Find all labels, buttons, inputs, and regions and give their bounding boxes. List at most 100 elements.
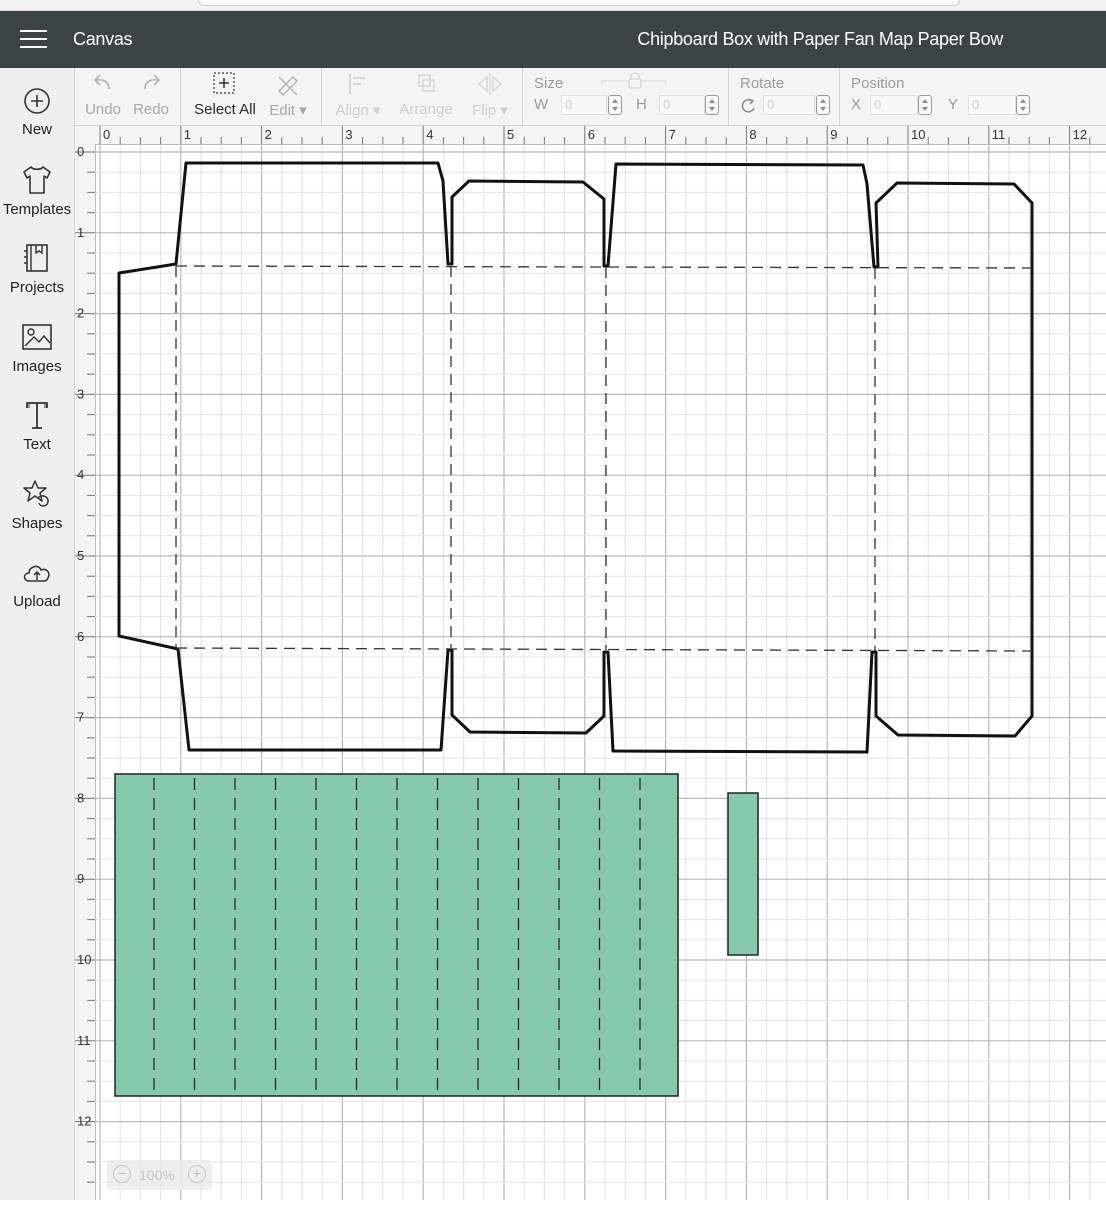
sidebar-item-shapes[interactable]: Shapes xyxy=(0,478,74,548)
ruler-label: 3 xyxy=(77,386,84,401)
width-label: W xyxy=(534,96,549,113)
top-bar: Canvas Chipboard Box with Paper Fan Map … xyxy=(0,11,1106,68)
sidebar-item-label: New xyxy=(21,121,52,138)
flip-dropdown[interactable]: Flip ▾ xyxy=(467,68,513,119)
sidebar-item-label: Text xyxy=(23,436,51,453)
edit-label: Edit ▾ xyxy=(269,102,307,119)
ruler-label: 7 xyxy=(77,710,84,725)
left-sidebar: New Templates Projects Images Text Shape… xyxy=(0,68,75,1200)
ruler-label: 0 xyxy=(77,144,84,159)
sidebar-item-label: Images xyxy=(12,358,62,375)
sidebar-item-text[interactable]: Text xyxy=(0,399,74,469)
ruler-label: 8 xyxy=(749,127,756,142)
flip-icon xyxy=(477,73,503,95)
sidebar-item-upload[interactable]: Upload xyxy=(0,558,74,628)
ruler-label: 9 xyxy=(830,127,837,142)
toolbar-divider xyxy=(728,68,729,125)
ruler-label: 2 xyxy=(265,127,272,142)
sidebar-item-projects[interactable]: Projects xyxy=(0,242,74,312)
shirt-icon xyxy=(23,166,51,194)
canvas-artwork xyxy=(114,161,1034,1097)
arrange-icon xyxy=(418,74,435,92)
width-stepper[interactable] xyxy=(608,95,622,115)
image-icon xyxy=(22,324,52,350)
box-score-lines xyxy=(175,265,1033,652)
ruler-label: 4 xyxy=(426,127,433,142)
height-stepper[interactable] xyxy=(705,95,719,115)
flip-label: Flip ▾ xyxy=(472,102,508,119)
lock-icon[interactable] xyxy=(600,71,670,91)
vertical-ruler-ticks: 0123456789101112 xyxy=(75,144,95,1203)
align-label: Align ▾ xyxy=(335,102,381,119)
select-all-button[interactable]: Select All xyxy=(187,68,263,118)
size-label: Size xyxy=(534,75,564,92)
rotate-icon xyxy=(741,98,755,113)
ruler-label: 2 xyxy=(77,306,84,321)
plus-circle-icon xyxy=(24,88,50,114)
ruler-label: 11 xyxy=(992,127,1006,142)
toolbar-divider xyxy=(321,68,322,125)
zoom-level: 100% xyxy=(139,1167,175,1183)
book-icon xyxy=(24,244,48,272)
ruler-label: 0 xyxy=(103,127,110,142)
ruler-label: 12 xyxy=(77,1114,91,1129)
sidebar-item-label: Projects xyxy=(9,279,65,296)
redo-button[interactable]: Redo xyxy=(131,68,171,118)
ruler-label: 9 xyxy=(77,871,84,886)
align-icon xyxy=(349,74,365,94)
sidebar-item-label: Upload xyxy=(13,593,61,610)
vertical-ruler: 0 1 2 3 4 5 6 7 8 9 10 11 12 xyxy=(75,144,96,1203)
sidebar-item-label: Shapes xyxy=(11,515,63,532)
zoom-out-button[interactable]: − xyxy=(113,1165,131,1183)
paper-bow-strip[interactable] xyxy=(727,792,759,956)
edit-toolbar: Undo Redo Select All Edit ▾ Align ▾ Arra… xyxy=(75,68,1106,126)
sidebar-item-images[interactable]: Images xyxy=(0,321,74,391)
sidebar-item-new[interactable]: New xyxy=(0,86,74,156)
edit-icon xyxy=(278,76,298,96)
y-label: Y xyxy=(948,96,959,113)
ruler-label: 6 xyxy=(77,629,84,644)
edit-dropdown[interactable]: Edit ▾ xyxy=(265,68,311,119)
width-field[interactable]: 0 xyxy=(561,95,607,115)
rotate-field[interactable]: 0 xyxy=(763,95,815,115)
sidebar-item-templates[interactable]: Templates xyxy=(0,164,74,234)
ruler-label: 4 xyxy=(77,467,84,482)
arrange-label: Arrange xyxy=(399,101,453,118)
x-position-stepper[interactable] xyxy=(918,95,932,115)
x-label: X xyxy=(851,96,862,113)
ruler-label: 8 xyxy=(77,790,84,805)
app-title: Canvas xyxy=(73,29,133,49)
address-bar[interactable] xyxy=(198,0,960,6)
redo-icon xyxy=(144,74,161,90)
project-name[interactable]: Chipboard Box with Paper Fan Map Paper B… xyxy=(637,29,1003,50)
y-position-stepper[interactable] xyxy=(1016,95,1030,115)
ruler-label: 7 xyxy=(669,127,676,142)
x-position-field[interactable]: 0 xyxy=(870,95,918,115)
horizontal-ruler: 0 1 2 3 4 5 6 7 8 9 10 11 12 xyxy=(75,126,1106,145)
horizontal-ruler-ticks: 0 1 2 3 4 5 6 7 8 9 10 11 12 xyxy=(99,126,1091,144)
y-position-field[interactable]: 0 xyxy=(968,95,1016,115)
ruler-label: 10 xyxy=(911,127,925,142)
toolbar-divider xyxy=(839,68,840,125)
undo-button[interactable]: Undo xyxy=(83,68,123,118)
height-field[interactable]: 0 xyxy=(659,95,705,115)
ruler-label: 3 xyxy=(345,127,352,142)
redo-label: Redo xyxy=(133,101,169,118)
height-label: H xyxy=(636,96,647,113)
rotate-label: Rotate xyxy=(740,75,785,92)
zoom-in-button[interactable]: + xyxy=(188,1165,206,1183)
position-label: Position xyxy=(851,75,905,92)
align-dropdown[interactable]: Align ▾ xyxy=(328,68,388,119)
ruler-label: 1 xyxy=(77,225,84,240)
undo-icon xyxy=(93,74,110,90)
design-canvas[interactable] xyxy=(95,145,1106,1200)
undo-label: Undo xyxy=(85,101,121,118)
rotate-stepper[interactable] xyxy=(816,95,830,115)
hamburger-menu-icon[interactable] xyxy=(20,30,47,50)
toolbar-divider xyxy=(522,68,523,125)
zoom-control: − 100% + xyxy=(107,1160,212,1190)
ruler-label: 10 xyxy=(77,952,91,967)
arrange-dropdown[interactable]: Arrange xyxy=(395,68,457,118)
box-template-outline[interactable] xyxy=(117,161,1034,754)
ruler-label: 5 xyxy=(507,127,514,142)
